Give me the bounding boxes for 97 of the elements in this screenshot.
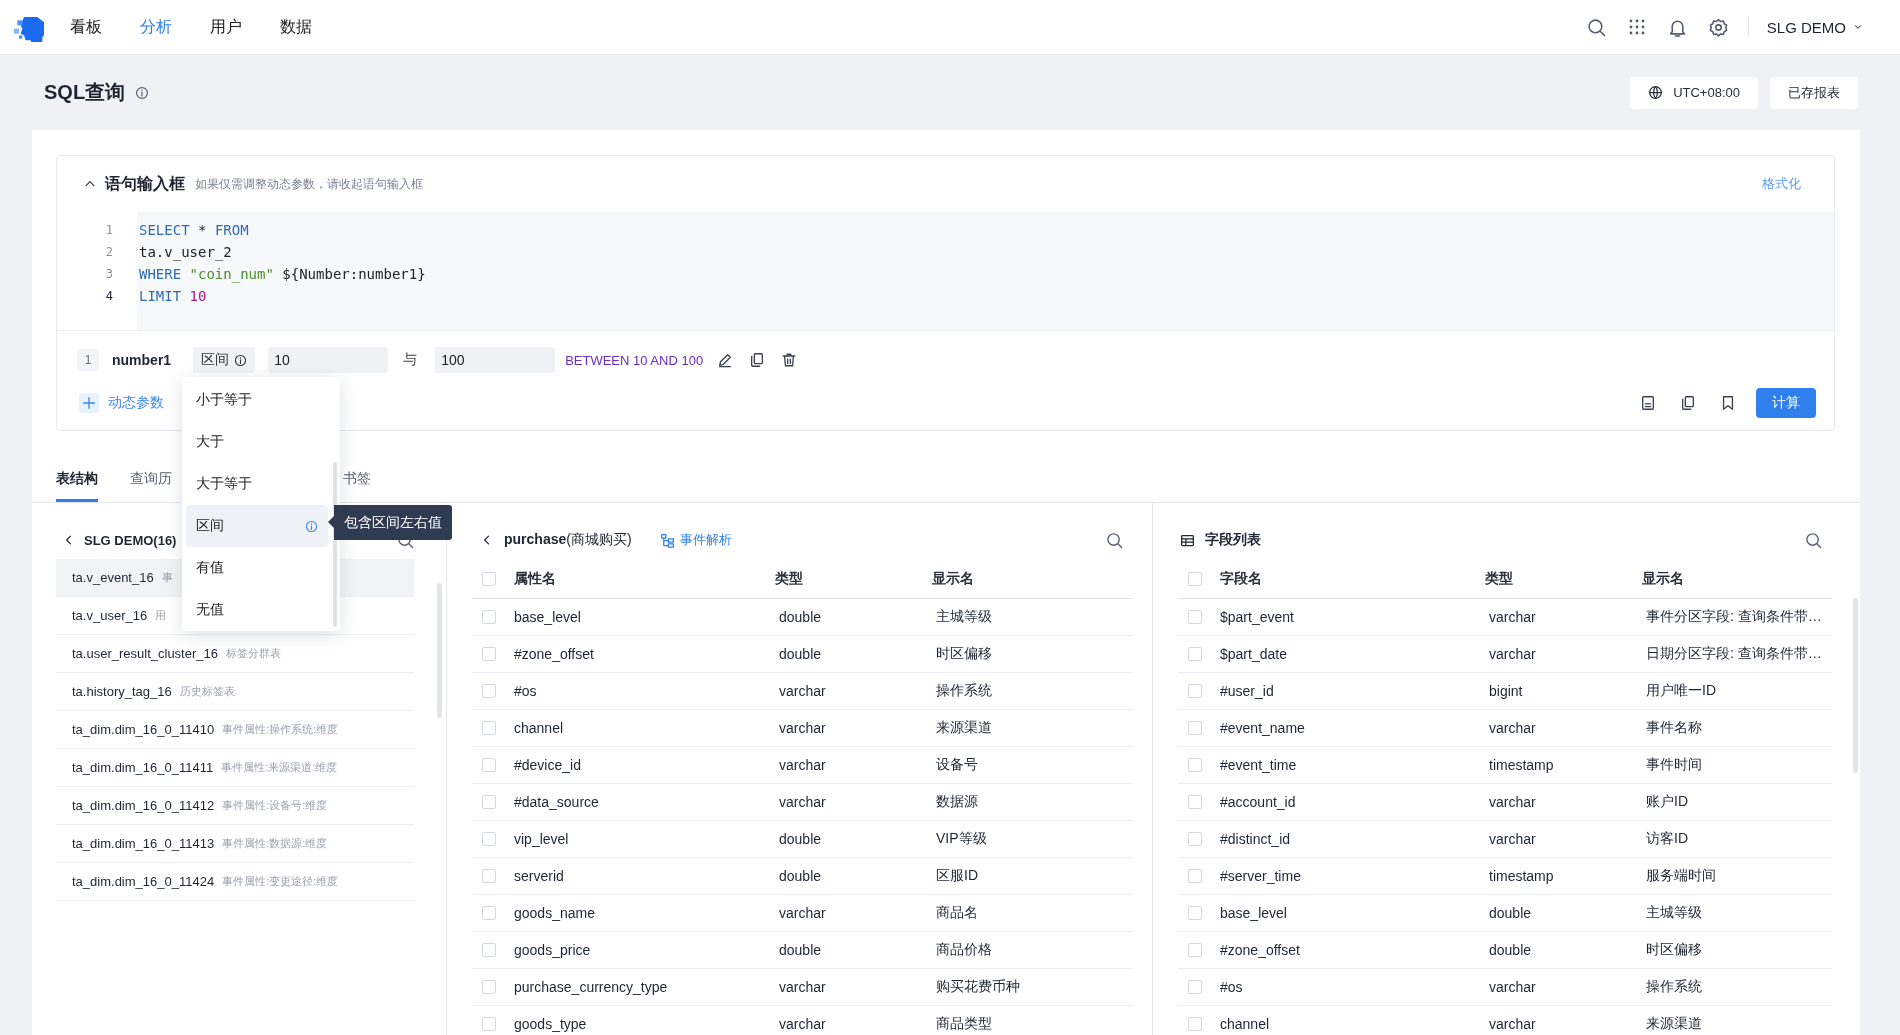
- table-cell-text: channel: [1220, 1016, 1271, 1032]
- table-cell-text: 时区偏移: [935, 645, 993, 663]
- table-cell-text: 商品价格: [935, 941, 993, 959]
- table-cell-text: 区服ID: [935, 867, 979, 885]
- param-name: number1: [112, 352, 172, 368]
- code-line: SELECT * FROM: [139, 221, 250, 240]
- line-number: 1: [104, 222, 113, 239]
- table-cell-text: double: [1488, 905, 1533, 921]
- table-cell-text: goods_type: [514, 1016, 588, 1032]
- table-cell-text: 商品类型: [935, 1015, 993, 1033]
- table-cell-text: double: [778, 868, 823, 884]
- table-cell-text: 购买花费币种: [935, 978, 1021, 996]
- table-cell-text: varchar: [1488, 646, 1537, 662]
- table-cell-text: varchar: [1488, 720, 1537, 736]
- table-cell-text: 用户唯一ID: [1645, 682, 1717, 700]
- table-cell-text: 访客ID: [1645, 830, 1689, 848]
- table-cell-text: 日期分区字段: 查询条件带…: [1645, 645, 1823, 663]
- condition-preview: BETWEEN 10 AND 100: [565, 352, 704, 368]
- table-cell-text: timestamp: [1488, 868, 1555, 884]
- code-line: ta.v_user_2: [139, 243, 233, 263]
- table-cell-text: vip_level: [514, 831, 570, 847]
- column-header: 属性名: [514, 569, 557, 588]
- table-cell-text: 时区偏移: [1645, 941, 1703, 959]
- table-cell-text: 设备号: [935, 756, 979, 774]
- table-cell-text: varchar: [1488, 831, 1537, 847]
- table-cell-text: #user_id: [1220, 683, 1275, 699]
- code-line: WHERE "coin_num" ${Number:number1}: [139, 265, 427, 285]
- line-number: 2: [104, 244, 113, 261]
- table-cell-text: channel: [514, 720, 565, 736]
- table-cell-text: VIP等级: [935, 830, 988, 848]
- table-cell-text: double: [778, 646, 823, 662]
- column-header: 类型: [775, 569, 804, 588]
- table-cell-text: timestamp: [1488, 757, 1555, 773]
- code-line: LIMIT 10: [139, 287, 208, 306]
- table-cell-text: 操作系统: [935, 682, 993, 700]
- table-cell-text: #account_id: [1220, 794, 1297, 810]
- tooltip: 包含区间左右值: [328, 505, 452, 540]
- table-cell-text: #server_time: [1220, 868, 1302, 884]
- table-cell-text: #device_id: [514, 757, 582, 773]
- table-cell-text: base_level: [1220, 905, 1288, 921]
- joiner-text: 与: [403, 351, 418, 369]
- table-cell-text: 事件名称: [1645, 719, 1703, 737]
- table-cell-text: varchar: [778, 979, 827, 995]
- table-cell-text: varchar: [778, 757, 827, 773]
- column-header: 字段名: [1220, 569, 1263, 588]
- table-cell-text: bigint: [1488, 683, 1524, 699]
- fields-title: 字段列表: [1205, 531, 1261, 549]
- table-cell-text: 主城等级: [1645, 904, 1703, 922]
- table-cell-text: varchar: [1488, 979, 1537, 995]
- table-cell-text: double: [778, 942, 823, 958]
- table-cell-text: base_level: [514, 609, 582, 625]
- editor-hint: 如果仅需调整动态参数，请收起语句输入框: [195, 175, 423, 193]
- column-header: 类型: [1485, 569, 1514, 588]
- table-cell-text: #zone_offset: [514, 646, 595, 662]
- line-number: 3: [104, 266, 113, 283]
- table-cell-text: goods_name: [514, 905, 596, 921]
- table-cell-text: varchar: [778, 1016, 827, 1032]
- table-cell-text: double: [778, 831, 823, 847]
- line-number: 4: [104, 288, 113, 305]
- table-cell-text: $part_date: [1220, 646, 1288, 662]
- table-cell-text: purchase_currency_type: [514, 979, 669, 995]
- editor-title: 语句输入框: [105, 173, 185, 194]
- database-title: SLG DEMO(16): [84, 532, 177, 548]
- table-cell-text: #event_name: [1220, 720, 1306, 736]
- table-cell-text: 操作系统: [1645, 978, 1703, 996]
- table-cell-text: serverid: [514, 868, 565, 884]
- table-cell-text: #os: [1220, 979, 1244, 995]
- table-cell-text: 商品名: [935, 904, 979, 922]
- table-cell-text: varchar: [778, 794, 827, 810]
- table-cell-text: #distinct_id: [1220, 831, 1292, 847]
- table-cell-text: 账户ID: [1645, 793, 1689, 811]
- table-cell-text: varchar: [778, 905, 827, 921]
- table-cell-text: varchar: [1488, 1016, 1537, 1032]
- event-title: purchase(商城购买): [504, 531, 632, 549]
- table-cell-text: #os: [514, 683, 538, 699]
- table-cell-text: 来源渠道: [1645, 1015, 1703, 1033]
- table-cell-text: varchar: [1488, 794, 1537, 810]
- table-cell-text: 事件时间: [1645, 756, 1703, 774]
- table-cell-text: 事件分区字段: 查询条件带…: [1645, 608, 1823, 626]
- table-cell-text: varchar: [1488, 609, 1537, 625]
- table-cell-text: #event_time: [1220, 757, 1298, 773]
- table-cell-text: 主城等级: [935, 608, 993, 626]
- table-cell-text: double: [1488, 942, 1533, 958]
- table-cell-text: varchar: [778, 720, 827, 736]
- table-cell-text: #data_source: [514, 794, 600, 810]
- table-cell-text: $part_event: [1220, 609, 1295, 625]
- table-cell-text: #zone_offset: [1220, 942, 1301, 958]
- param-index: 1: [77, 349, 99, 371]
- table-cell-text: goods_price: [514, 942, 592, 958]
- table-cell-text: varchar: [778, 683, 827, 699]
- table-cell-text: 数据源: [935, 793, 979, 811]
- column-header: 显示名: [1642, 569, 1685, 588]
- table-cell-text: double: [778, 609, 823, 625]
- page-title: SQL查询: [44, 80, 126, 105]
- column-header: 显示名: [932, 569, 975, 588]
- table-cell-text: 服务端时间: [1645, 867, 1717, 885]
- table-cell-text: 来源渠道: [935, 719, 993, 737]
